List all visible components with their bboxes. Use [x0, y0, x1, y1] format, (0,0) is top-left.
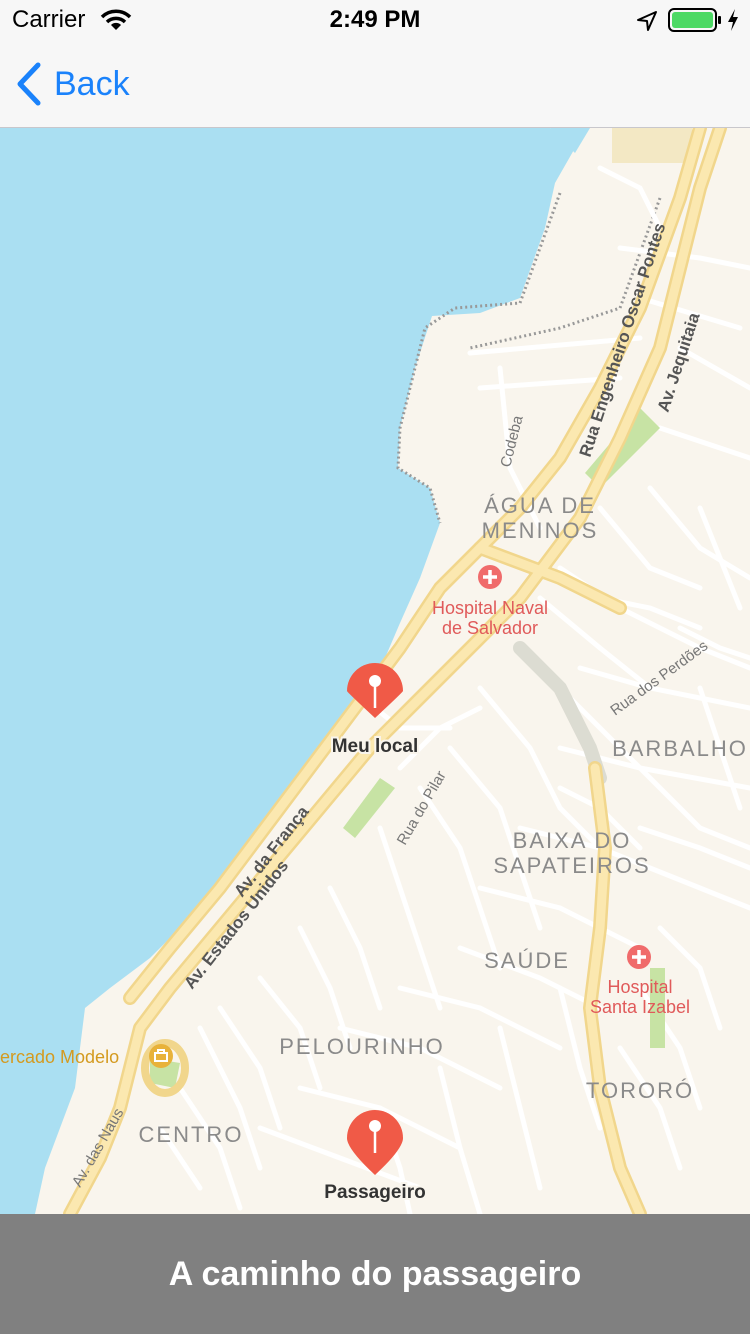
poi-hospital-santa-izabel[interactable]: Santa Izabel — [590, 997, 690, 1017]
district-baixa-do-sapateiros: BAIXA DO — [513, 828, 632, 853]
pin-label-passageiro: Passageiro — [324, 1182, 425, 1203]
hospital-icon[interactable] — [478, 565, 502, 589]
district-agua-de-meninos: MENINOS — [482, 518, 599, 543]
district-pelourinho: PELOURINHO — [279, 1034, 444, 1059]
district-saude: SAÚDE — [484, 948, 570, 973]
shopping-bag-icon[interactable] — [149, 1044, 173, 1068]
charging-bolt-icon — [728, 9, 738, 31]
back-button[interactable]: Back — [14, 60, 130, 108]
status-banner-label: A caminho do passageiro — [168, 1254, 582, 1293]
district-agua-de-meninos: ÁGUA DE — [484, 493, 596, 518]
district-centro: CENTRO — [139, 1122, 244, 1147]
pin-label-meu-local: Meu local — [332, 736, 419, 757]
poi-hospital-santa-izabel[interactable]: Hospital — [607, 977, 672, 997]
poi-hospital-naval[interactable]: Hospital Naval — [432, 598, 548, 618]
chevron-left-icon — [17, 62, 41, 106]
district-tororo: TORORÓ — [586, 1078, 694, 1103]
navigation-bar: Back — [0, 40, 750, 128]
status-bar: Carrier 2:49 PM — [0, 0, 750, 40]
hospital-icon[interactable] — [627, 945, 651, 969]
battery-icon — [668, 8, 721, 32]
map-view[interactable]: ÁGUA DE MENINOS BARBALHO BAIXA DO SAPATE… — [0, 128, 750, 1214]
industrial-area — [612, 128, 692, 163]
district-baixa-do-sapateiros: SAPATEIROS — [493, 853, 650, 878]
status-banner: A caminho do passageiro — [0, 1214, 750, 1334]
poi-mercado-modelo[interactable]: ercado Modelo — [0, 1047, 119, 1067]
back-label: Back — [54, 64, 130, 103]
district-barbalho: BARBALHO — [612, 736, 748, 761]
poi-hospital-naval[interactable]: de Salvador — [442, 618, 538, 638]
location-arrow-icon — [637, 11, 657, 31]
